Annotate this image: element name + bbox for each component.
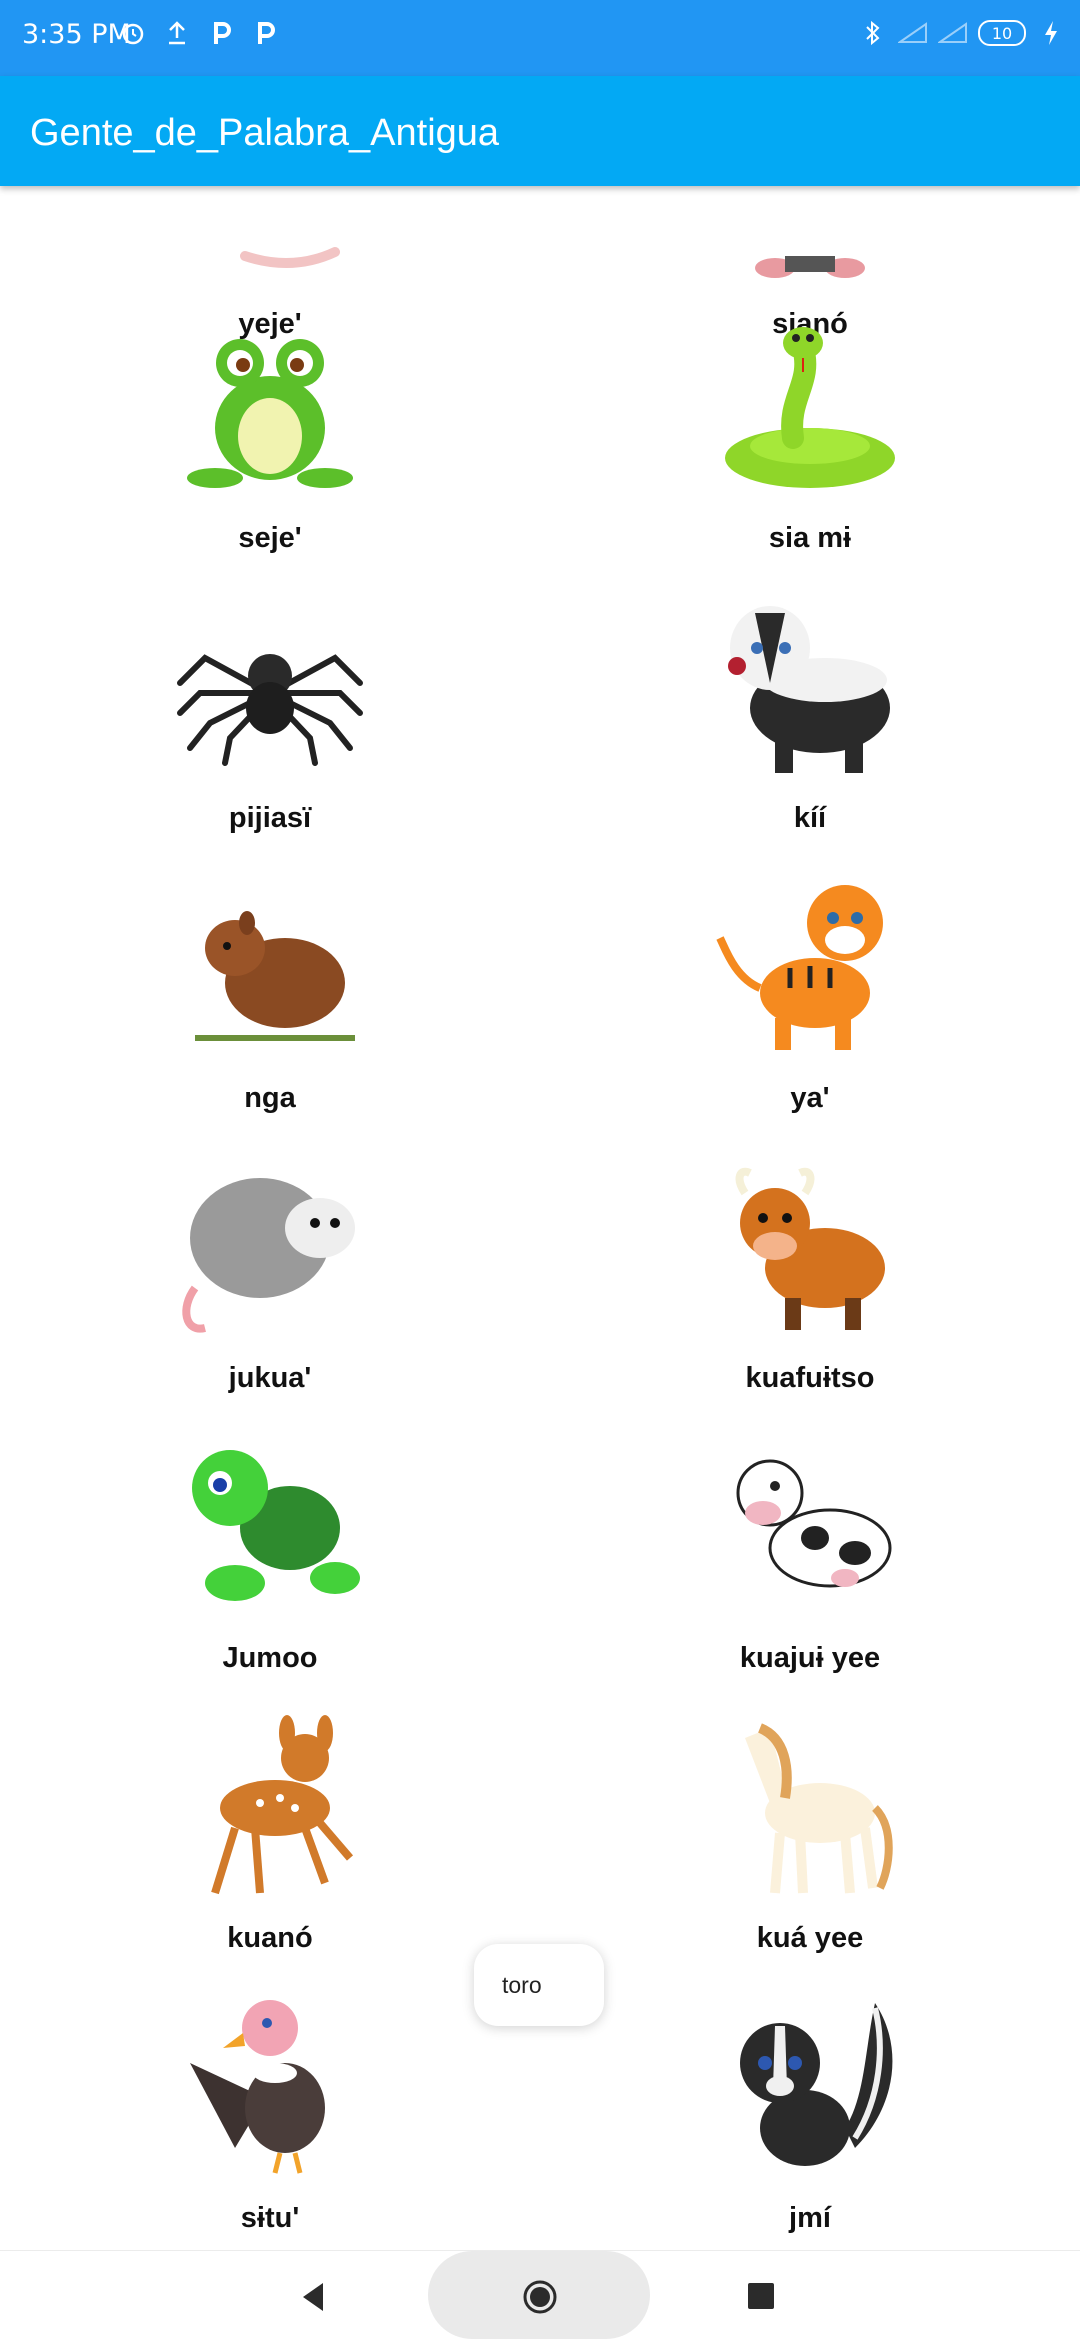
grid-item-pijiasi[interactable]: pijiasï xyxy=(0,588,540,868)
toast-message: toro xyxy=(474,1944,604,2026)
animal-label: sɨtu' xyxy=(240,2202,300,2234)
grid-item-situ[interactable]: sɨtu' xyxy=(0,1988,540,2250)
grid-item-jmi[interactable]: jmí xyxy=(540,1988,1080,2250)
grid-item-jukua[interactable]: jukua' xyxy=(0,1148,540,1428)
charging-icon xyxy=(1036,18,1066,48)
tiger-icon xyxy=(716,885,883,1050)
recent-apps-icon[interactable] xyxy=(748,2283,774,2309)
alarm-icon xyxy=(118,18,148,48)
snake-icon xyxy=(725,327,895,488)
badger-icon xyxy=(728,606,890,773)
bluetooth-icon xyxy=(858,18,888,48)
turtle-icon xyxy=(192,1450,360,1601)
back-icon[interactable] xyxy=(295,2279,331,2315)
app-title: Gente_de_Palabra_Antigua xyxy=(30,112,500,154)
animal-grid[interactable]: yeje' sianó seje' sia mɨ pijiasï kíí nga… xyxy=(0,186,1080,2250)
animal-label: kíí xyxy=(793,802,827,834)
p-icon xyxy=(250,18,280,48)
animal-label: sia mɨ xyxy=(768,522,852,554)
animal-label: kuajuɨ yee xyxy=(739,1642,881,1674)
toast-text: toro xyxy=(502,1971,542,1998)
animal-label: kuafuɨtso xyxy=(745,1362,875,1394)
grid-item-kua-yee[interactable]: kuá yee xyxy=(540,1708,1080,1988)
vulture-icon xyxy=(190,2000,325,2174)
horse-icon xyxy=(745,1723,893,1894)
signal-icon xyxy=(938,18,968,48)
animal-label: jmí xyxy=(789,2202,831,2234)
skunk-icon xyxy=(740,2003,893,2166)
mole-icon xyxy=(755,256,865,278)
animal-label: kuá yee xyxy=(756,1922,864,1954)
spider-icon xyxy=(177,654,363,766)
animal-label: Jumoo xyxy=(222,1642,318,1674)
grid-item-ya[interactable]: ya' xyxy=(540,868,1080,1148)
battery-icon: 10 xyxy=(978,20,1026,46)
animal-label: ya' xyxy=(790,1082,830,1114)
bull-icon xyxy=(735,1167,885,1330)
upload-icon xyxy=(162,18,192,48)
worm-icon xyxy=(240,247,340,268)
opossum-icon xyxy=(182,1178,355,1333)
animal-label: pijiasï xyxy=(228,802,312,834)
grid-item-sia-mi[interactable]: sia mɨ xyxy=(540,308,1080,588)
status-time: 3:35 PM xyxy=(22,19,131,50)
signal-icon xyxy=(898,18,928,48)
grid-item-kuajui-yee[interactable]: kuajuɨ yee xyxy=(540,1428,1080,1708)
status-bar: 3:35 PM 10 xyxy=(0,0,1080,76)
app-bar: Gente_de_Palabra_Antigua xyxy=(0,76,1080,186)
animal-label: seje' xyxy=(238,522,302,554)
home-icon[interactable] xyxy=(522,2279,558,2315)
animal-label: jukua' xyxy=(228,1362,312,1394)
p-icon xyxy=(206,18,236,48)
deer-icon xyxy=(211,1715,354,1895)
animal-label: kuanó xyxy=(227,1922,313,1954)
system-nav-bar xyxy=(0,2250,1080,2341)
cow-icon xyxy=(736,1459,892,1588)
grid-item-kuano[interactable]: kuanó xyxy=(0,1708,540,1988)
grid-item-kuafuitso[interactable]: kuafuɨtso xyxy=(540,1148,1080,1428)
grid-item-nga[interactable]: nga xyxy=(0,868,540,1148)
grid-item-seje[interactable]: seje' xyxy=(0,308,540,588)
animal-label: nga xyxy=(244,1082,296,1114)
agouti-icon xyxy=(195,911,355,1041)
grid-item-kii[interactable]: kíí xyxy=(540,588,1080,868)
grid-item-jumoo[interactable]: Jumoo xyxy=(0,1428,540,1708)
frog-icon xyxy=(187,339,353,488)
